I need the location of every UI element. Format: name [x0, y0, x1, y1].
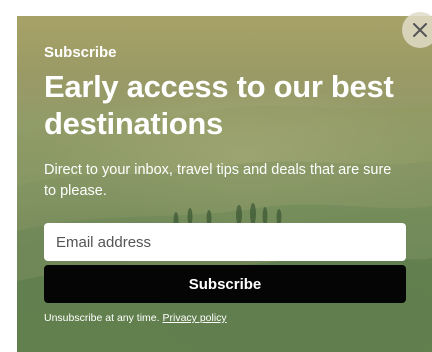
- close-icon: [413, 23, 427, 37]
- privacy-policy-link[interactable]: Privacy policy: [162, 312, 226, 324]
- modal-description: Direct to your inbox, travel tips and de…: [44, 162, 392, 199]
- subscribe-button[interactable]: Subscribe: [44, 265, 406, 303]
- subscribe-modal: Subscribe Early access to our best desti…: [17, 16, 432, 352]
- close-button[interactable]: [402, 12, 432, 48]
- unsubscribe-text: Unsubscribe at any time.: [44, 312, 160, 324]
- unsubscribe-notice: Unsubscribe at any time. Privacy policy: [44, 312, 406, 324]
- email-field[interactable]: [44, 223, 406, 261]
- eyebrow-label: Subscribe: [44, 44, 117, 61]
- modal-headline: Early access to our best destinations: [44, 69, 394, 141]
